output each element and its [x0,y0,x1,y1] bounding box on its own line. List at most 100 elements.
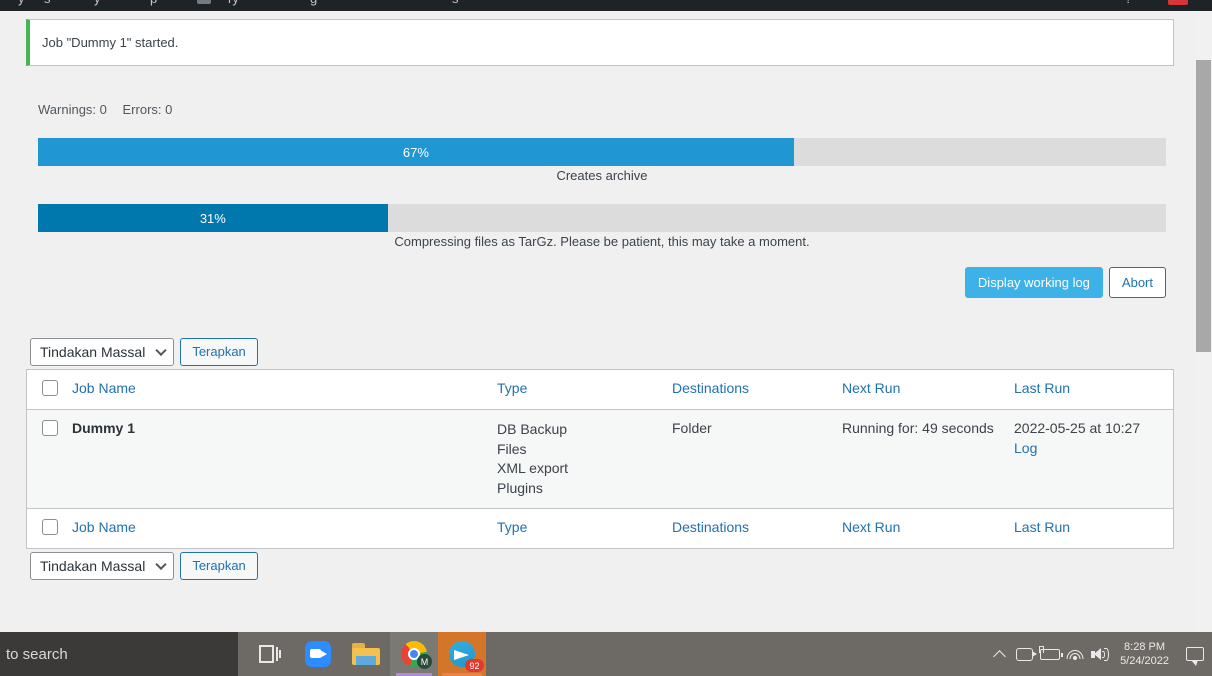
action-center-button[interactable] [1177,632,1212,676]
page-content: Job "Dummy 1" started. Warnings: 0 Error… [0,11,1194,632]
apply-button-bottom[interactable]: Terapkan [180,552,258,580]
table-header-row: Job Name Type Destinations Next Run Last… [27,370,1173,410]
log-link[interactable]: Log [1014,440,1173,456]
jobs-table: Job Name Type Destinations Next Run Last… [26,369,1174,549]
tray-battery-button[interactable] [1037,632,1063,676]
tray-volume-button[interactable] [1087,632,1112,676]
table-footer-row: Job Name Type Destinations Next Run Last… [27,509,1173,548]
cell-next-run: Running for: 49 seconds [842,420,994,436]
admin-bar-avatar[interactable] [1168,0,1188,5]
admin-bar-item-0[interactable]: y [18,0,25,6]
taskbar-search-text: to search [6,645,68,663]
abort-button[interactable]: Abort [1108,267,1166,298]
bulk-action-select-bottom[interactable]: Tindakan Massal [30,552,175,580]
chrome-badge: M [417,654,432,669]
type-item-2: XML export [497,460,569,476]
taskbar-task-view-button[interactable] [246,632,294,676]
tray-network-button[interactable] [1062,632,1087,676]
cell-job-name: Dummy 1 [72,410,497,446]
telegram-unread-badge: 92 [465,659,484,672]
column-header-type[interactable]: Type [497,370,672,406]
type-item-1: Files [497,440,527,457]
job-action-buttons: Display working log Abort [964,267,1166,298]
apply-button-top[interactable]: Terapkan [180,338,258,366]
cell-type: DB Backup Files XML export Plugins [497,410,672,508]
volume-icon [1090,647,1109,662]
admin-bar-item-2[interactable]: y [94,0,101,6]
admin-bar-logo-icon [197,0,211,4]
clock-date: 5/24/2022 [1120,655,1169,667]
taskbar-clock[interactable]: 8:28 PM 5/24/2022 [1112,640,1177,668]
chevron-up-icon [993,649,1006,663]
display-working-log-button[interactable]: Display working log [964,267,1103,298]
battery-charging-icon [1038,645,1063,660]
column-header-next-run[interactable]: Next Run [842,370,1014,406]
table-row: Dummy 1 DB Backup Files XML export Plugi… [27,410,1173,509]
column-footer-next-run[interactable]: Next Run [842,509,1014,545]
cell-last-run: 2022-05-25 at 10:27 Log [1014,410,1173,466]
webcam-icon [1016,647,1038,661]
column-footer-job-name[interactable]: Job Name [72,509,497,545]
admin-bar-item-5[interactable]: ry [228,0,239,6]
type-item-0: DB Backup [497,421,568,437]
clock-time: 8:28 PM [1124,641,1166,653]
progress-bar-overall-fill: 67% [38,138,794,166]
system-tray: 8:28 PM 5/24/2022 [987,632,1212,676]
vertical-scrollbar-thumb[interactable] [1196,60,1211,352]
admin-bar-item-6[interactable]: g [310,0,317,6]
admin-bar-item-7[interactable]: s [452,0,459,6]
job-started-notice: Job "Dummy 1" started. [26,19,1174,66]
select-all-header-cell [27,370,72,409]
progress-bar-overall: 67% [38,138,1166,166]
bulk-action-select-top[interactable]: Tindakan Massal [30,338,175,366]
column-header-last-run[interactable]: Last Run [1014,370,1173,406]
notice-message: Job "Dummy 1" started. [42,35,179,50]
counters: Warnings: 0 Errors: 0 [38,102,184,117]
admin-bar-item-1[interactable]: s [44,0,51,6]
bulk-action-select-top-value: Tindakan Massal [40,344,146,360]
show-hidden-icons-button[interactable] [987,632,1012,676]
progress-caption-overall: Creates archive [556,168,648,183]
cell-destinations: Folder [672,420,712,436]
progress-bar-step: 31% [38,204,1166,232]
column-header-job-name[interactable]: Job Name [72,370,497,406]
row-checkbox-cell [27,410,72,449]
column-footer-type[interactable]: Type [497,509,672,545]
errors-count: Errors: 0 [122,102,173,117]
select-all-footer-cell [27,509,72,548]
last-run-timestamp: 2022-05-25 at 10:27 [1014,420,1141,436]
chevron-down-icon [155,558,167,571]
wordpress-admin-bar[interactable]: y s y p ry g s ? [0,0,1212,11]
vertical-scrollbar-track[interactable] [1195,11,1212,632]
progress-caption-step: Compressing files as TarGz. Please be pa… [394,234,810,249]
column-footer-last-run[interactable]: Last Run [1014,509,1173,545]
bulk-actions-bottom: Tindakan Massal Terapkan [30,552,258,580]
bulk-actions-top: Tindakan Massal Terapkan [30,338,258,366]
column-footer-destinations[interactable]: Destinations [672,509,842,545]
tray-camera-button[interactable] [1012,632,1038,676]
admin-bar-item-right[interactable]: ? [1125,0,1132,6]
taskbar-app-telegram[interactable]: 92 [438,632,486,676]
column-header-destinations[interactable]: Destinations [672,370,842,406]
select-all-checkbox-top[interactable] [42,380,58,396]
taskbar-search-box[interactable]: to search [0,632,238,676]
chevron-down-icon [155,344,167,357]
zoom-icon [305,641,331,667]
admin-bar-item-3[interactable]: p [150,0,157,6]
select-all-checkbox-bottom[interactable] [42,519,58,535]
wifi-icon [1066,647,1084,661]
task-view-icon [259,645,281,663]
row-select-checkbox[interactable] [42,420,58,436]
taskbar-app-file-explorer[interactable] [342,632,390,676]
job-name-text[interactable]: Dummy 1 [72,420,135,436]
screen: y s y p ry g s ? Job "Dummy 1" started. … [0,0,1212,676]
notification-icon [1185,647,1204,666]
type-item-3: Plugins [497,479,543,496]
taskbar-app-chrome[interactable]: M [390,632,438,676]
taskbar-app-icons: M 92 [246,632,486,676]
taskbar-app-zoom[interactable] [294,632,342,676]
bulk-action-select-bottom-value: Tindakan Massal [40,558,146,574]
windows-taskbar: to search M 92 8:28 PM 5/24/2022 [0,632,1212,676]
progress-bar-step-fill: 31% [38,204,388,232]
warnings-count: Warnings: 0 [38,102,107,117]
